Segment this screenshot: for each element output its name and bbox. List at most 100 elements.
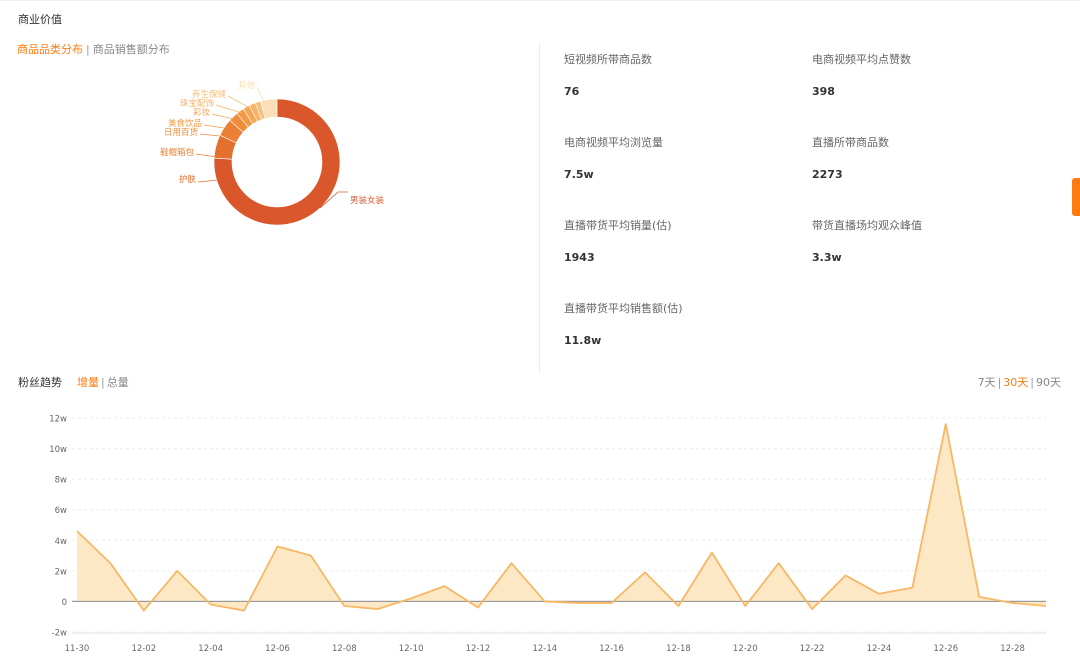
top-border	[0, 0, 1080, 1]
fans-tabs: 增量 | 总量	[77, 374, 129, 390]
x-tick-label: 12-22	[800, 644, 825, 654]
tab-category-distribution[interactable]: 商品品类分布	[17, 43, 83, 56]
range-90-days[interactable]: 90天	[1036, 376, 1061, 389]
category-tabs: 商品品类分布 | 商品销售额分布	[17, 41, 170, 57]
metric-value: 2273	[812, 168, 843, 181]
metric-label: 直播所带商品数	[812, 136, 889, 149]
donut-label-line	[256, 86, 265, 103]
data-point[interactable]	[141, 608, 146, 613]
data-point[interactable]	[509, 561, 514, 566]
x-tick-label: 12-28	[1000, 644, 1025, 654]
x-tick-label: 12-24	[867, 644, 892, 654]
data-point[interactable]	[442, 584, 447, 589]
y-tick-label: 10w	[49, 445, 67, 455]
tab-sales-distribution[interactable]: 商品销售额分布	[93, 43, 170, 56]
data-point[interactable]	[475, 605, 480, 610]
tab-increment[interactable]: 增量	[77, 376, 99, 389]
x-tick-label: 12-14	[532, 644, 557, 654]
donut-label-line	[199, 133, 221, 137]
data-point[interactable]	[676, 604, 681, 609]
data-point[interactable]	[1044, 604, 1049, 609]
range-separator: |	[1030, 376, 1034, 389]
data-point[interactable]	[876, 591, 881, 596]
donut-slice-label: 男装女装	[350, 195, 385, 206]
data-point[interactable]	[175, 568, 180, 573]
x-tick-label: 11-30	[65, 644, 90, 654]
range-7-days[interactable]: 7天	[978, 376, 996, 389]
y-tick-label: 12w	[49, 415, 67, 425]
data-point[interactable]	[643, 570, 648, 575]
series-area	[77, 424, 1046, 611]
metric-label: 直播带货平均销售额(估)	[564, 302, 683, 315]
data-point[interactable]	[709, 550, 714, 555]
tab-separator: |	[101, 376, 105, 389]
x-tick-label: 12-12	[466, 644, 491, 654]
x-tick-label: 12-18	[666, 644, 691, 654]
metric-value: 1943	[564, 251, 595, 264]
donut-label-line	[227, 95, 251, 109]
data-point[interactable]	[75, 529, 80, 534]
data-point[interactable]	[108, 561, 113, 566]
donut-label-line	[197, 179, 219, 183]
donut-label-line	[211, 113, 235, 120]
donut-slice-label: 护肤	[179, 174, 197, 185]
metric-value: 7.5w	[564, 168, 594, 181]
side-feedback-tab[interactable]	[1072, 178, 1080, 216]
data-point[interactable]	[342, 604, 347, 609]
data-point[interactable]	[977, 594, 982, 599]
data-point[interactable]	[843, 573, 848, 578]
metric-label: 电商视频平均点赞数	[812, 53, 911, 66]
data-point[interactable]	[609, 600, 614, 605]
range-tabs: 7天 | 30天 | 90天	[978, 374, 1061, 390]
data-point[interactable]	[576, 600, 581, 605]
metric-value: 11.8w	[564, 334, 602, 347]
donut-slice-label: 其他	[238, 80, 256, 91]
x-tick-label: 12-08	[332, 644, 357, 654]
data-point[interactable]	[308, 553, 313, 558]
donut-label-line	[215, 104, 243, 114]
data-point[interactable]	[208, 602, 213, 607]
data-point[interactable]	[242, 608, 247, 613]
donut-slice-label: 养生保健	[192, 89, 227, 100]
metric-label: 短视频所带商品数	[564, 53, 652, 66]
metric-label: 电商视频平均浏览量	[564, 136, 663, 149]
data-point[interactable]	[1010, 600, 1015, 605]
data-point[interactable]	[810, 607, 815, 612]
fans-trend-chart: -2w 0 2w 4w 6w 8w 10w 12w 11-30 12-02 12-04 12-06 12…	[49, 415, 1049, 654]
category-donut-chart: 男装女装护肤鞋帽箱包日用百货美食饮品彩妆珠宝配饰养生保健其他	[160, 80, 385, 226]
tab-total[interactable]: 总量	[107, 376, 129, 389]
metric-label: 带货直播场均观众峰值	[812, 219, 922, 232]
y-tick-label: 8w	[55, 476, 67, 486]
data-point[interactable]	[943, 422, 948, 427]
x-tick-label: 12-02	[131, 644, 156, 654]
x-tick-label: 12-10	[399, 644, 424, 654]
data-point[interactable]	[910, 585, 915, 590]
donut-slice-label: 鞋帽箱包	[160, 147, 195, 158]
x-tick-label: 12-20	[733, 644, 758, 654]
donut-label-line	[195, 153, 218, 158]
data-point[interactable]	[409, 596, 414, 601]
donut-slice-label: 美食饮品	[168, 118, 202, 129]
data-point[interactable]	[275, 544, 280, 549]
series-line	[76, 423, 1047, 612]
data-point[interactable]	[375, 607, 380, 612]
data-point[interactable]	[743, 604, 748, 609]
fans-trend-title: 粉丝趋势	[18, 376, 62, 389]
y-tick-label: 6w	[55, 506, 67, 516]
metric-value: 3.3w	[812, 251, 842, 264]
section-title: 商业价值	[18, 13, 62, 26]
y-tick-label: 0	[62, 598, 67, 608]
range-30-days[interactable]: 30天	[1003, 376, 1028, 389]
vertical-divider	[539, 42, 540, 374]
x-tick-label: 12-04	[198, 644, 223, 654]
metric-value: 398	[812, 85, 835, 98]
metric-label: 直播带货平均销量(估)	[564, 219, 672, 232]
x-tick-label: 12-26	[933, 644, 958, 654]
tab-separator: |	[86, 43, 90, 56]
x-tick-label: 12-06	[265, 644, 290, 654]
donut-label-line	[203, 124, 225, 129]
y-tick-label: -2w	[52, 629, 67, 639]
metric-value: 76	[564, 85, 580, 98]
data-point[interactable]	[776, 561, 781, 566]
data-point[interactable]	[542, 599, 547, 604]
